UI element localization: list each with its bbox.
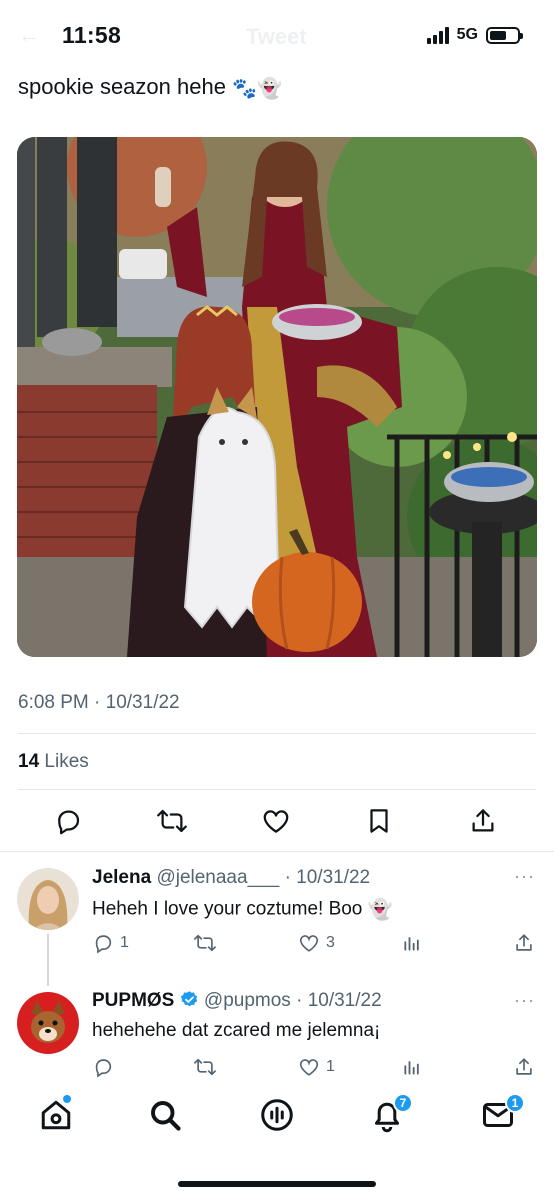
tweet-timestamp: 6:08 PM · 10/31/22 [18,692,180,713]
divider [18,733,536,734]
battery-icon [486,26,523,44]
views-icon[interactable] [402,1057,422,1077]
search-icon[interactable] [147,1097,183,1133]
status-bar: ← Tweet 11:58 5G [0,0,554,70]
retweet-action[interactable] [193,1056,223,1078]
reply-text: hehehehe dat zcared me jelemna¡ [92,1020,381,1041]
retweet-icon [194,934,216,952]
reply-action[interactable]: 1 [92,932,129,954]
share-icon[interactable] [513,932,535,954]
share-icon[interactable] [513,1056,535,1078]
home-unread-dot [63,1095,71,1103]
divider [18,789,536,790]
like-icon[interactable] [261,806,291,836]
verified-badge-icon [180,991,197,1007]
reply-icon [95,935,112,954]
back-arrow-icon[interactable]: ← [18,22,40,48]
network-label: 5G [456,26,478,43]
retweet-action[interactable] [193,932,223,954]
tweet-action-bar [0,806,554,836]
divider [0,851,554,852]
tweet-text-content: spookie seazon hehe [18,74,226,99]
status-time: 11:58 [62,22,122,48]
share-icon[interactable] [468,806,498,836]
ghost-emoji: 👻 [256,77,282,100]
reply-author-name[interactable]: PUPMØS [92,990,174,1011]
paw-emoji: 🐾 [232,77,257,100]
tweet-photo[interactable] [17,137,537,657]
halloween-photo-illustration [17,137,537,657]
notifications-badge: 7 [393,1093,413,1113]
reply-author-handle[interactable]: @jelenaaa___ [156,867,279,888]
reply-count: 1 [120,934,129,951]
reply-date: · 10/31/22 [284,867,371,888]
avatar-jelena-image [17,868,79,930]
views-icon[interactable] [402,933,422,953]
reply-header: PUPMØS @pupmos · 10/31/22 [92,990,382,1012]
messages-badge: 1 [505,1093,525,1113]
like-action[interactable]: 3 [298,932,335,954]
bookmark-icon[interactable] [364,806,394,836]
spaces-icon[interactable] [259,1097,295,1133]
likes-number: 14 [18,751,40,772]
home-indicator[interactable] [178,1181,376,1187]
more-options-icon[interactable]: ··· [514,990,535,1011]
like-count: 3 [326,934,335,951]
retweet-icon[interactable] [157,806,187,836]
more-options-icon[interactable]: ··· [514,866,535,887]
retweet-icon [194,1058,216,1076]
reply-text-content: Heheh I love your coztume! Boo [92,898,363,920]
like-icon [299,1059,319,1076]
avatar[interactable] [17,868,79,930]
reply-action[interactable] [92,1056,120,1078]
reply-author-handle[interactable]: @pupmos [204,990,291,1011]
reply-text: Heheh I love your coztume! Boo 👻 [92,897,393,922]
reply-icon [95,1059,112,1078]
ghost-emoji: 👻 [367,899,393,921]
page-title-faded: Tweet [246,24,307,49]
like-count: 1 [326,1058,335,1075]
avatar-pupmos-image [17,992,79,1054]
like-action[interactable]: 1 [298,1056,335,1078]
reply-date: · 10/31/22 [296,990,382,1011]
like-icon [299,935,319,952]
reply-icon[interactable] [53,806,83,836]
avatar[interactable] [17,992,79,1054]
signal-icon [426,26,449,44]
likes-label: Likes [44,751,89,772]
tweet-text: spookie seazon hehe 🐾👻 [18,74,282,101]
reply-header: Jelena @jelenaaa___ · 10/31/22 [92,867,370,889]
reply-author-name[interactable]: Jelena [92,867,151,888]
thread-connector [47,934,49,986]
status-indicators: 5G [426,26,523,44]
likes-count[interactable]: 14 Likes [18,751,89,773]
